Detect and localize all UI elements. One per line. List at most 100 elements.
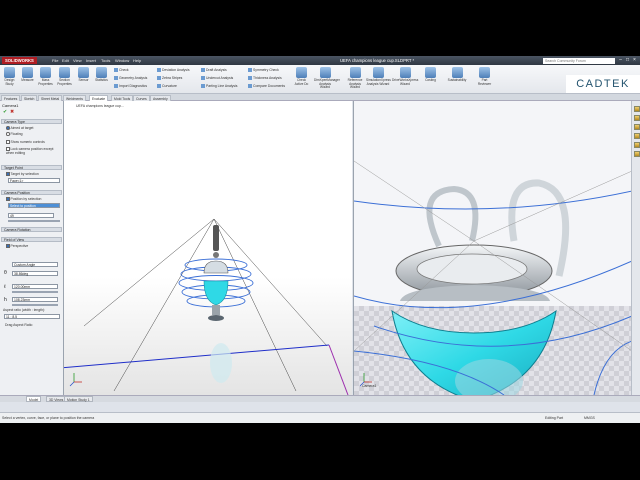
- deviation-analysis-button[interactable]: Deviation Analysis: [157, 68, 190, 73]
- sensor-button[interactable]: Sensor: [75, 67, 92, 83]
- maximize-icon[interactable]: □: [624, 57, 631, 64]
- dimxpert-icon: [319, 67, 331, 78]
- parting-line-analysis-label: Parting Line Analysis: [206, 84, 238, 88]
- fov-angle-dropdown[interactable]: Custom Angle: [12, 262, 58, 267]
- close-icon[interactable]: ×: [631, 57, 638, 64]
- title-bar: SOLIDWORKS File Edit View Insert Tools W…: [0, 56, 640, 65]
- custom-properties-icon[interactable]: [633, 151, 640, 157]
- parting-line-analysis-button[interactable]: Parting Line Analysis: [201, 84, 238, 89]
- section-properties-button[interactable]: Section Properties: [56, 67, 73, 86]
- part-reviewer-label: Part Reviewer: [477, 78, 492, 86]
- menu-view[interactable]: View: [73, 58, 82, 63]
- camera-position-field[interactable]: Select to position: [8, 203, 60, 208]
- menu-insert[interactable]: Insert: [86, 58, 96, 63]
- cancel-x-icon[interactable]: ✖: [10, 110, 15, 115]
- tab-motion-study[interactable]: Motion Study 1: [64, 396, 93, 402]
- document-title: UEFA champions league cup.SLDPRT *: [340, 58, 415, 63]
- show-numeric-controls-checkbox[interactable]: Show numeric controls: [6, 140, 45, 144]
- thickness-analysis-label: Thickness Analysis: [253, 76, 282, 80]
- geometry-analysis-button[interactable]: Geometry Analysis: [114, 76, 147, 81]
- view-palette-icon[interactable]: [633, 133, 640, 139]
- target-face-field[interactable]: Face<1>: [8, 178, 60, 183]
- target-point-header[interactable]: Target Point: [1, 165, 62, 170]
- deviation-analysis-icon: [157, 68, 161, 73]
- check-button[interactable]: Check: [114, 68, 129, 73]
- right-camera-viewport[interactable]: Camera1: [353, 101, 631, 395]
- import-diagnostics-button[interactable]: Import Diagnostics: [114, 84, 147, 89]
- design-study-button[interactable]: Design Study: [1, 67, 18, 86]
- cup-reflection: [210, 343, 232, 383]
- status-message: Select a vertex, curve, face, or plane t…: [2, 416, 95, 420]
- radio-icon: [6, 132, 10, 136]
- part-reviewer-button[interactable]: Part Reviewer: [476, 67, 493, 86]
- checkbox-icon: [6, 244, 10, 248]
- menu-window[interactable]: Window: [115, 58, 129, 63]
- dimxpert-button[interactable]: DimXpertManager Analysis Wizard: [314, 67, 340, 90]
- statistics-button[interactable]: Statistics: [93, 67, 110, 83]
- perspective-label: Perspective: [10, 244, 29, 248]
- resources-icon[interactable]: [633, 106, 640, 112]
- fov-distance-field[interactable]: 120.00mm: [12, 284, 58, 289]
- menu-tools[interactable]: Tools: [101, 58, 110, 63]
- zebra-stripes-button[interactable]: Zebra Stripes: [157, 76, 182, 81]
- symmetry-check-button[interactable]: Symmetry Check: [248, 68, 279, 73]
- design-library-icon[interactable]: [633, 115, 640, 121]
- drag-aspect-ratio-label[interactable]: Drag Aspect Ratio: [5, 323, 32, 327]
- reference-analysis-button[interactable]: Reference Analysis Wizard: [345, 67, 365, 90]
- mass-properties-button[interactable]: Mass Properties: [37, 67, 54, 86]
- reference-analysis-label: Reference Analysis Wizard: [347, 78, 363, 90]
- field-of-view-header[interactable]: Field of View: [1, 237, 62, 242]
- import-diagnostics-icon: [114, 84, 118, 89]
- cup-top: [203, 260, 229, 274]
- camera-position-slider[interactable]: [8, 220, 60, 222]
- ok-check-icon[interactable]: ✔: [3, 110, 8, 115]
- floating-radio[interactable]: Floating: [6, 132, 23, 136]
- measure-icon: [22, 67, 33, 78]
- feature-tree-flyout[interactable]: UEFA champions league cup...: [76, 104, 124, 108]
- costing-button[interactable]: Costing: [422, 67, 439, 83]
- thickness-analysis-button[interactable]: Thickness Analysis: [248, 76, 282, 81]
- minimize-icon[interactable]: –: [617, 57, 624, 64]
- draft-analysis-button[interactable]: Draft Analysis: [201, 68, 227, 73]
- fov-distance-slider[interactable]: [12, 291, 58, 293]
- command-tabs: Features Sketch Sheet Metal Weldments Ev…: [0, 94, 640, 101]
- deviation-analysis-label: Deviation Analysis: [162, 68, 190, 72]
- cup-body: [203, 280, 229, 306]
- undercut-analysis-button[interactable]: Undercut Analysis: [201, 76, 233, 81]
- status-units[interactable]: MMGS: [584, 416, 595, 420]
- sustainability-label: Sustainability: [447, 78, 467, 82]
- menu-edit[interactable]: Edit: [62, 58, 69, 63]
- search-input[interactable]: Search Community Forum: [543, 57, 615, 64]
- measure-button[interactable]: Measure: [19, 67, 36, 83]
- camera-position-header[interactable]: Camera Position: [1, 190, 62, 195]
- tab-model[interactable]: Model: [26, 396, 42, 402]
- lock-camera-position-checkbox[interactable]: Lock camera position except when editing: [6, 147, 60, 155]
- aimed-at-target-radio[interactable]: Aimed at target: [6, 126, 34, 130]
- check-active-button[interactable]: Check Active Do: [293, 67, 310, 86]
- solidworks-logo[interactable]: SOLIDWORKS: [2, 57, 37, 64]
- file-explorer-icon[interactable]: [633, 124, 640, 130]
- fov-angle-field[interactable]: 38.86deg: [12, 271, 58, 276]
- menu-help[interactable]: Help: [133, 58, 141, 63]
- camera-rotation-header[interactable]: Camera Rotation: [1, 227, 62, 232]
- aspect-ratio-field[interactable]: 11 : 8.5: [4, 314, 60, 319]
- camera-type-header[interactable]: Camera Type: [1, 119, 62, 124]
- measure-label: Measure: [21, 78, 34, 82]
- aspect-ratio-label: Aspect ratio (width : length):: [3, 308, 46, 312]
- position-by-selection-checkbox[interactable]: Position by selection: [6, 197, 41, 201]
- camera-position-value-field[interactable]: 49: [8, 213, 54, 218]
- fov-height-field[interactable]: 108.23mm: [12, 297, 58, 302]
- appearances-icon[interactable]: [633, 142, 640, 148]
- position-by-selection-label: Position by selection: [10, 197, 42, 201]
- driveworks-button[interactable]: DriveWorksXpress Wizard: [392, 67, 418, 86]
- target-by-selection-checkbox[interactable]: Target by selection: [6, 172, 39, 176]
- perspective-checkbox[interactable]: Perspective: [6, 244, 28, 248]
- curvature-button[interactable]: Curvature: [157, 84, 177, 89]
- simulationxpress-button[interactable]: SimulationXpress Analysis Wizard: [366, 67, 391, 86]
- sustainability-icon: [451, 67, 463, 78]
- sustainability-button[interactable]: Sustainability: [444, 67, 470, 83]
- compare-documents-button[interactable]: Compare Documents: [248, 84, 285, 89]
- left-graphics-viewport[interactable]: UEFA champions league cup...: [64, 101, 352, 395]
- menu-file[interactable]: File: [52, 58, 58, 63]
- fov-height-slider[interactable]: [12, 304, 58, 306]
